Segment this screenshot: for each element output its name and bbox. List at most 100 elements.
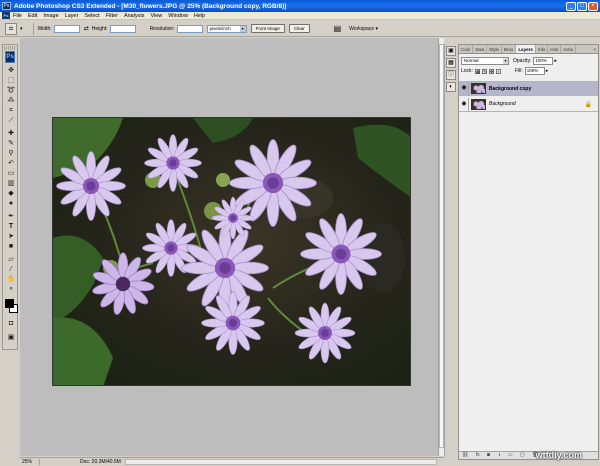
lock-pixels-icon[interactable]: ✎ <box>481 68 487 74</box>
move-tool-icon[interactable]: ✥ <box>4 66 18 76</box>
workspace-menu[interactable]: Workspace ▾ <box>349 26 378 32</box>
swap-icon[interactable]: ⇄ <box>84 25 89 32</box>
menu-image[interactable]: Image <box>43 13 58 19</box>
palette-well-icon[interactable]: ▤ <box>334 24 342 33</box>
link-layers-icon[interactable]: ⛓ <box>462 452 468 458</box>
menu-help[interactable]: Help <box>194 13 205 19</box>
eye-icon[interactable]: ◉ <box>460 97 469 111</box>
layer-row-background[interactable]: ◉ Background 🔒 <box>459 97 598 112</box>
history-icon[interactable]: ◐ <box>446 82 456 92</box>
fill-label: Fill: <box>514 68 523 74</box>
menu-view[interactable]: View <box>150 13 162 19</box>
menu-window[interactable]: Window <box>168 13 188 19</box>
horizontal-scrollbar[interactable] <box>125 459 437 465</box>
healing-brush-tool-icon[interactable]: ✚ <box>4 129 18 139</box>
resolution-input[interactable] <box>176 24 203 33</box>
panel-close-icon[interactable]: × <box>591 45 598 53</box>
lock-transparency-icon[interactable]: ▦ <box>474 68 480 74</box>
layer-style-icon[interactable]: fx <box>476 452 480 458</box>
fill-slider-arrow-icon[interactable]: ▸ <box>546 68 549 74</box>
photoshop-window: Ps Adobe Photoshop CS3 Extended - [M30_f… <box>0 0 600 466</box>
gradient-tool-icon[interactable]: ▥ <box>4 179 18 189</box>
tab-history[interactable]: Hist <box>548 45 562 53</box>
height-input[interactable] <box>109 24 136 33</box>
menu-filter[interactable]: Filter <box>106 13 118 19</box>
panel-grip[interactable] <box>4 46 16 50</box>
layer-mask-icon[interactable]: ◙ <box>487 452 490 458</box>
brush-tool-icon[interactable]: ✎ <box>4 139 18 149</box>
layer-name[interactable]: Background <box>489 101 516 107</box>
minimize-button[interactable]: _ <box>566 1 576 11</box>
opacity-input[interactable]: 100% <box>533 57 554 65</box>
slice-tool-icon[interactable]: ⟋ <box>4 116 18 126</box>
clone-stamp-tool-icon[interactable]: ⚲ <box>4 149 18 159</box>
layer-name[interactable]: Background copy <box>489 86 531 92</box>
zoom-tool-icon[interactable]: ⚬ <box>4 285 18 295</box>
magic-wand-tool-icon[interactable]: ⁂ <box>4 96 18 106</box>
maximize-button[interactable]: □ <box>577 1 587 11</box>
notes-tool-icon[interactable]: ▱ <box>4 255 18 265</box>
menu-layer[interactable]: Layer <box>65 13 79 19</box>
tab-actions[interactable]: Actio <box>561 45 577 53</box>
eyedropper-tool-icon[interactable]: ⁄ <box>4 265 18 275</box>
opacity-label: Opacity: <box>513 58 532 64</box>
lock-all-icon[interactable]: ▪ <box>495 68 501 74</box>
shape-tool-icon[interactable]: ■ <box>4 242 18 252</box>
navigator-icon[interactable]: ▣ <box>446 46 456 56</box>
resolution-unit-value: pixels/inch <box>209 26 231 31</box>
path-selection-tool-icon[interactable]: ➤ <box>4 232 18 242</box>
title-bar[interactable]: Ps Adobe Photoshop CS3 Extended - [M30_f… <box>0 0 600 12</box>
menu-select[interactable]: Select <box>84 13 99 19</box>
quick-mask-icon[interactable]: ◘ <box>4 319 18 329</box>
width-input[interactable] <box>53 24 80 33</box>
info-icon[interactable]: ⓘ <box>446 70 456 80</box>
eraser-tool-icon[interactable]: ▭ <box>4 169 18 179</box>
foreground-color-swatch[interactable] <box>5 299 14 308</box>
eye-icon[interactable]: ◉ <box>460 82 469 95</box>
tab-swatches[interactable]: Swa <box>473 45 488 53</box>
blend-mode-select[interactable]: Normal ▾ <box>461 57 509 65</box>
document-size-info[interactable]: Doc: 20.3M/40.5M <box>80 459 121 465</box>
blur-tool-icon[interactable]: ◆ <box>4 189 18 199</box>
history-brush-tool-icon[interactable]: ↶ <box>4 159 18 169</box>
zoom-level[interactable]: 25% <box>20 459 40 465</box>
type-tool-icon[interactable]: T <box>4 222 18 232</box>
document-image[interactable] <box>52 117 411 386</box>
tab-styles[interactable]: Style <box>487 45 503 53</box>
crop-icon[interactable]: ⌗ <box>5 22 17 35</box>
adjustment-layer-icon[interactable]: ◑ <box>497 452 500 458</box>
close-button[interactable]: × <box>588 1 598 11</box>
hand-tool-icon[interactable]: ✋ <box>4 275 18 285</box>
resolution-label: Resolution: <box>149 25 175 32</box>
tab-color[interactable]: Colo <box>459 45 474 53</box>
pen-tool-icon[interactable]: ✒ <box>4 212 18 222</box>
menu-analysis[interactable]: Analysis <box>124 13 144 19</box>
tab-info[interactable]: Info <box>536 45 549 53</box>
layer-row-background-copy[interactable]: ◉ Background copy <box>459 81 598 96</box>
lock-icon: 🔒 <box>584 101 592 108</box>
tab-brushes[interactable]: Brus <box>502 45 517 53</box>
tab-layers[interactable]: Layers <box>516 45 536 53</box>
clear-button[interactable]: Clear <box>288 24 310 33</box>
chevron-down-icon: ▾ <box>239 25 246 32</box>
fill-input[interactable]: 100% <box>524 67 545 75</box>
menu-file[interactable]: File <box>13 13 22 19</box>
resolution-unit-select[interactable]: pixels/inch ▾ <box>206 24 247 33</box>
layer-thumbnail <box>471 83 486 94</box>
new-layer-icon[interactable]: ▢ <box>520 452 525 458</box>
ps-menu-logo[interactable]: Ps <box>2 12 10 19</box>
histogram-icon[interactable]: ▦ <box>446 58 456 68</box>
crop-tool-icon[interactable]: ⌗ <box>4 106 18 116</box>
ps-logo[interactable]: Ps <box>5 51 15 63</box>
new-group-icon[interactable]: ▭ <box>508 452 513 458</box>
opacity-slider-arrow-icon[interactable]: ▸ <box>554 58 557 64</box>
screen-mode-icon[interactable]: ▣ <box>4 333 18 343</box>
lasso-tool-icon[interactable]: ➰ <box>4 86 18 96</box>
menu-edit[interactable]: Edit <box>28 13 37 19</box>
lock-row: Lock: ▦ ✎ ✥ ▪ Fill: 100% ▸ <box>459 66 598 76</box>
lock-position-icon[interactable]: ✥ <box>488 68 494 74</box>
chevron-down-icon[interactable]: ▾ <box>20 26 23 32</box>
front-image-button[interactable]: Front Image <box>250 24 285 33</box>
marquee-tool-icon[interactable]: ⬚ <box>4 76 18 86</box>
dodge-tool-icon[interactable]: ● <box>4 199 18 209</box>
